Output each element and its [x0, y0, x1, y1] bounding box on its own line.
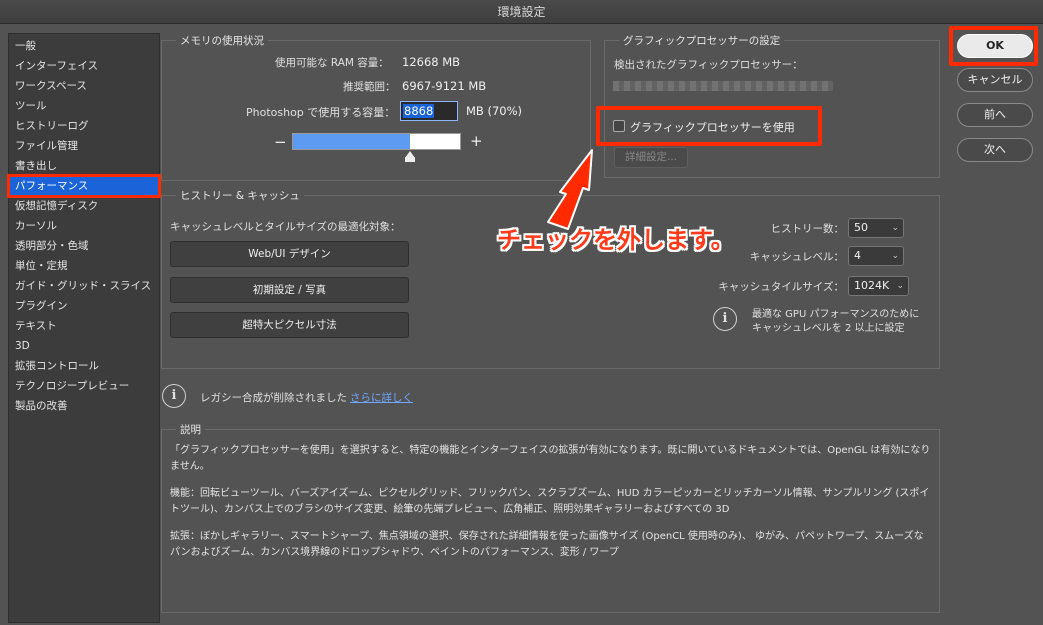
memory-decrease-button[interactable]: − [274, 133, 287, 151]
sidebar-item[interactable]: 3D [9, 336, 159, 356]
memory-slider-track[interactable] [292, 133, 461, 150]
sidebar-item[interactable]: 拡張コントロール [9, 356, 159, 376]
recommended-range-value: 6967-9121 MB [402, 79, 487, 93]
info-icon: i [713, 307, 737, 331]
gpu-cache-info-line2: キャッシュレベルを 2 以上に設定 [752, 323, 905, 334]
preset-huge-pixel-button[interactable]: 超特大ピクセル寸法 [170, 312, 409, 338]
use-gpu-highlight [596, 106, 822, 146]
available-ram-label: 使用可能な RAM 容量： [275, 57, 389, 69]
sidebar-item[interactable]: ファイル管理 [9, 136, 159, 156]
sidebar-item[interactable]: 仮想記憶ディスク [9, 196, 159, 216]
gpu-advanced-settings-button[interactable]: 詳細設定... [614, 147, 688, 168]
cache-levels-label: キャッシュレベル： [749, 251, 844, 263]
detected-gpu-name-blurred [613, 81, 833, 91]
recommended-range-label: 推奨範囲： [343, 81, 396, 93]
sidebar-item[interactable]: ツール [9, 96, 159, 116]
description-paragraph-2: 機能：回転ビューツール、バーズアイズーム、ピクセルグリッド、フリックパン、スクラ… [170, 488, 930, 515]
chevron-down-icon: ⌄ [896, 281, 904, 291]
cache-tile-size-value: 1024K [854, 279, 890, 292]
annotation-callout: チェックを外します。 [497, 226, 735, 254]
previous-button[interactable]: 前へ [957, 103, 1033, 127]
sidebar-item[interactable]: 単位・定規 [9, 256, 159, 276]
sidebar-item[interactable]: ヒストリーログ [9, 116, 159, 136]
description-paragraph-3: 拡張：ぼかしギャラリー、スマートシャープ、焦点領域の選択、保存された詳細情報を使… [170, 531, 924, 558]
chevron-down-icon: ⌄ [891, 223, 899, 233]
gpu-group-title: グラフィックプロセッサーの設定 [619, 33, 785, 48]
preferences-sidebar: 一般 インターフェイス ワークスペース ツール ヒストリーログ ファイル管理 書き出し パフォ… [7, 33, 161, 623]
memory-slider-thumb-base [405, 157, 416, 162]
memory-usage-input[interactable]: 8868 [400, 101, 458, 121]
description-paragraph-1: 「グラフィックプロセッサーを使用」を選択すると、特定の機能とインターフェイスの拡… [170, 445, 931, 472]
sidebar-item[interactable]: 透明部分・色域 [9, 236, 159, 256]
sidebar-item[interactable]: 製品の改善 [9, 396, 159, 416]
memory-group-title: メモリの使用状況 [176, 33, 268, 48]
legacy-compositing-text: レガシー合成が削除されました [200, 392, 347, 404]
history-states-label: ヒストリー数： [770, 223, 845, 235]
description-title: 説明 [176, 422, 205, 437]
sidebar-item[interactable]: テキスト [9, 316, 159, 336]
memory-increase-button[interactable]: + [470, 132, 483, 150]
memory-usage-unit: MB (70%) [466, 104, 523, 118]
preset-web-ui-button[interactable]: Web/UI デザイン [170, 241, 409, 267]
cache-tile-size-label: キャッシュタイルサイズ： [718, 281, 844, 293]
chevron-down-icon: ⌄ [891, 251, 899, 261]
sidebar-item[interactable]: 書き出し [9, 156, 159, 176]
ok-button-highlight [949, 26, 1038, 66]
sidebar-item[interactable]: 一般 [9, 36, 159, 56]
sidebar-item[interactable]: テクノロジープレビュー [9, 376, 159, 396]
memory-slider-fill [293, 134, 410, 149]
sidebar-item[interactable]: プラグイン [9, 296, 159, 316]
history-cache-title: ヒストリー & キャッシュ [176, 188, 304, 203]
cache-levels-value: 4 [854, 249, 861, 262]
cancel-button[interactable]: キャンセル [957, 68, 1033, 92]
cache-tile-size-select[interactable]: 1024K ⌄ [848, 276, 909, 296]
photoshop-usage-label: Photoshop で使用する容量： [246, 106, 396, 119]
window-title: 環境設定 [0, 0, 1043, 24]
memory-usage-value: 8868 [403, 104, 435, 118]
sidebar-item[interactable]: インターフェイス [9, 56, 159, 76]
history-states-select[interactable]: 50 ⌄ [848, 218, 904, 238]
sidebar-item[interactable]: ガイド・グリッド・スライス [9, 276, 159, 296]
sidebar-item[interactable]: カーソル [9, 216, 159, 236]
cache-levels-select[interactable]: 4 ⌄ [848, 246, 904, 266]
next-button[interactable]: 次へ [957, 138, 1033, 162]
legacy-info-icon: i [162, 384, 186, 408]
detected-gpu-label: 検出されたグラフィックプロセッサー： [614, 59, 803, 71]
sidebar-item[interactable]: パフォーマンス [7, 174, 161, 198]
cache-optimize-label: キャッシュレベルとタイルサイズの最適化対象： [170, 221, 401, 233]
learn-more-link[interactable]: さらに詳しく [350, 390, 413, 405]
history-states-value: 50 [854, 221, 868, 234]
preset-default-photo-button[interactable]: 初期設定 / 写真 [170, 277, 409, 303]
available-ram-value: 12668 MB [402, 55, 461, 69]
gpu-cache-info-line1: 最適な GPU パフォーマンスのために [752, 309, 920, 320]
sidebar-item[interactable]: ワークスペース [9, 76, 159, 96]
